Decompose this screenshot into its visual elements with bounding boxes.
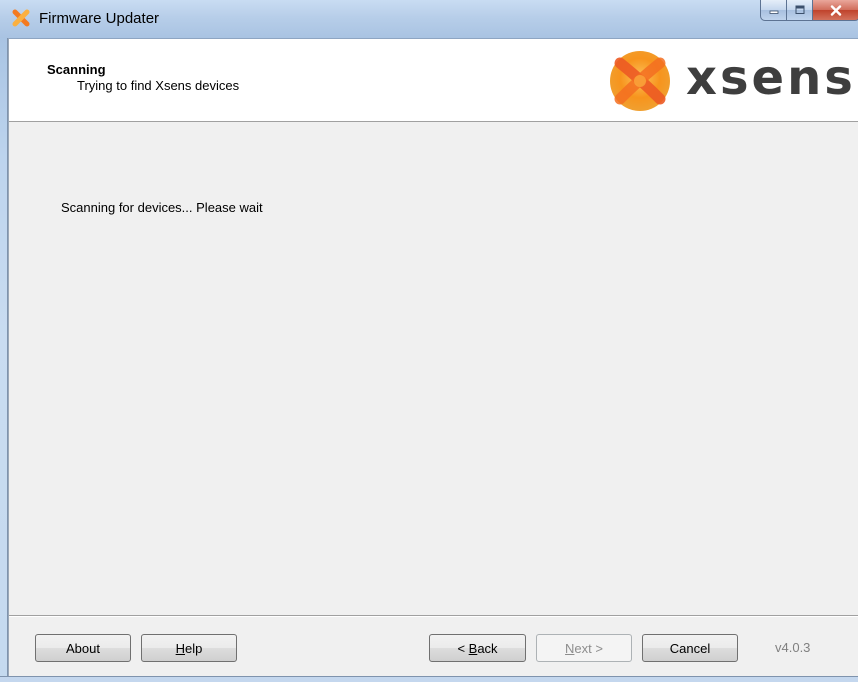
- window-title: Firmware Updater: [39, 10, 160, 27]
- maximize-button[interactable]: [787, 0, 813, 21]
- minimize-button[interactable]: [760, 0, 787, 21]
- next-button-label: Next >: [565, 640, 603, 656]
- xsens-logo-mark: [610, 51, 670, 111]
- xsens-x-icon: [12, 9, 30, 27]
- minimize-icon: [769, 10, 778, 14]
- next-button[interactable]: Next >: [536, 634, 632, 662]
- close-icon: [830, 4, 842, 16]
- firmware-updater-window: Firmware Updater Scanning Trying to find…: [0, 0, 858, 682]
- page-title: Scanning: [47, 62, 106, 77]
- title-bar[interactable]: Firmware Updater: [0, 0, 858, 38]
- about-button-label: About: [66, 640, 100, 656]
- version-label: v4.0.3: [775, 640, 811, 655]
- back-button-label: < Back: [457, 640, 498, 656]
- xsens-logo-text: xsens: [686, 50, 856, 106]
- help-button-label: Help: [175, 640, 203, 656]
- footer-divider: [9, 615, 858, 617]
- wizard-header: Scanning Trying to find Xsens devices xs…: [9, 39, 858, 122]
- caption-buttons: [760, 0, 858, 21]
- cancel-button[interactable]: Cancel: [642, 634, 738, 662]
- help-button[interactable]: Help: [141, 634, 237, 662]
- maximize-icon: [795, 5, 804, 14]
- about-button[interactable]: About: [35, 634, 131, 662]
- page-subtitle: Trying to find Xsens devices: [77, 78, 240, 93]
- close-button[interactable]: [813, 0, 858, 21]
- window-border-bottom: [0, 676, 858, 682]
- scan-status-text: Scanning for devices... Please wait: [61, 200, 263, 215]
- wizard-client-area: Scanning Trying to find Xsens devices xs…: [8, 38, 858, 676]
- back-button[interactable]: < Back: [429, 634, 526, 662]
- window-border-left: [0, 38, 8, 682]
- cancel-button-label: Cancel: [669, 640, 711, 656]
